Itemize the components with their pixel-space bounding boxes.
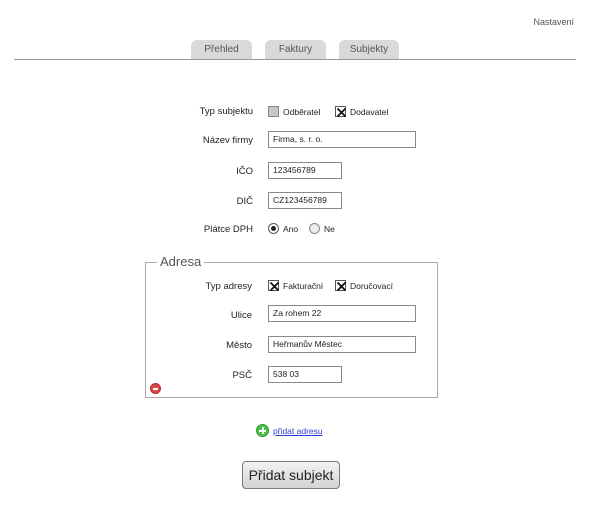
add-subject-button[interactable]: Přidat subjekt bbox=[242, 461, 340, 489]
mesto-input[interactable]: Heřmanův Městec bbox=[268, 336, 416, 353]
psc-label: PSČ bbox=[232, 370, 252, 381]
psc-input[interactable]: 538 03 bbox=[268, 366, 342, 383]
nazev-firmy-label: Název firmy bbox=[202, 135, 253, 146]
tab-divider bbox=[14, 59, 576, 60]
tab-faktury[interactable]: Faktury bbox=[265, 40, 326, 59]
ico-label: IČO bbox=[236, 166, 253, 177]
dph-ano-label: Ano bbox=[283, 224, 299, 234]
ulice-input[interactable]: Za rohem 22 bbox=[268, 305, 416, 322]
settings-link[interactable]: Nastavení bbox=[533, 17, 574, 27]
mesto-label: Město bbox=[226, 340, 252, 351]
odberatel-label: Odběratel bbox=[283, 107, 321, 117]
dph-ne-label: Ne bbox=[324, 224, 335, 234]
dph-ne-radio[interactable] bbox=[309, 223, 320, 234]
add-address-icon[interactable] bbox=[256, 424, 269, 437]
check-x-icon bbox=[336, 281, 347, 292]
odberatel-checkbox[interactable] bbox=[268, 106, 279, 117]
platce-dph-label: Plátce DPH bbox=[203, 224, 253, 235]
tab-prehled[interactable]: Přehled bbox=[191, 40, 252, 59]
typ-adresy-label: Typ adresy bbox=[205, 281, 252, 292]
ulice-label: Ulice bbox=[230, 310, 252, 321]
tab-subjekty[interactable]: Subjekty bbox=[339, 40, 399, 59]
dic-label: DIČ bbox=[236, 196, 253, 207]
remove-address-icon[interactable] bbox=[150, 383, 161, 394]
fakturacni-checkbox[interactable] bbox=[268, 280, 280, 292]
add-address-link[interactable]: přidat adresu bbox=[273, 426, 323, 436]
dph-ano-radio[interactable] bbox=[268, 223, 279, 234]
check-x-icon bbox=[269, 281, 280, 292]
nazev-firmy-input[interactable]: Firma, s. r. o. bbox=[268, 131, 416, 148]
typ-subjektu-label: Typ subjektu bbox=[199, 106, 253, 117]
dic-input[interactable]: CZ123456789 bbox=[268, 192, 342, 209]
address-legend: Adresa bbox=[157, 254, 205, 269]
fakturacni-label: Fakturační bbox=[283, 281, 324, 291]
ico-input[interactable]: 123456789 bbox=[268, 162, 342, 179]
check-x-icon bbox=[336, 107, 347, 118]
dorucovaci-checkbox[interactable] bbox=[335, 280, 347, 292]
dodavatel-checkbox[interactable] bbox=[335, 106, 347, 118]
dodavatel-label: Dodavatel bbox=[350, 107, 389, 117]
dorucovaci-label: Doručovací bbox=[350, 281, 393, 291]
